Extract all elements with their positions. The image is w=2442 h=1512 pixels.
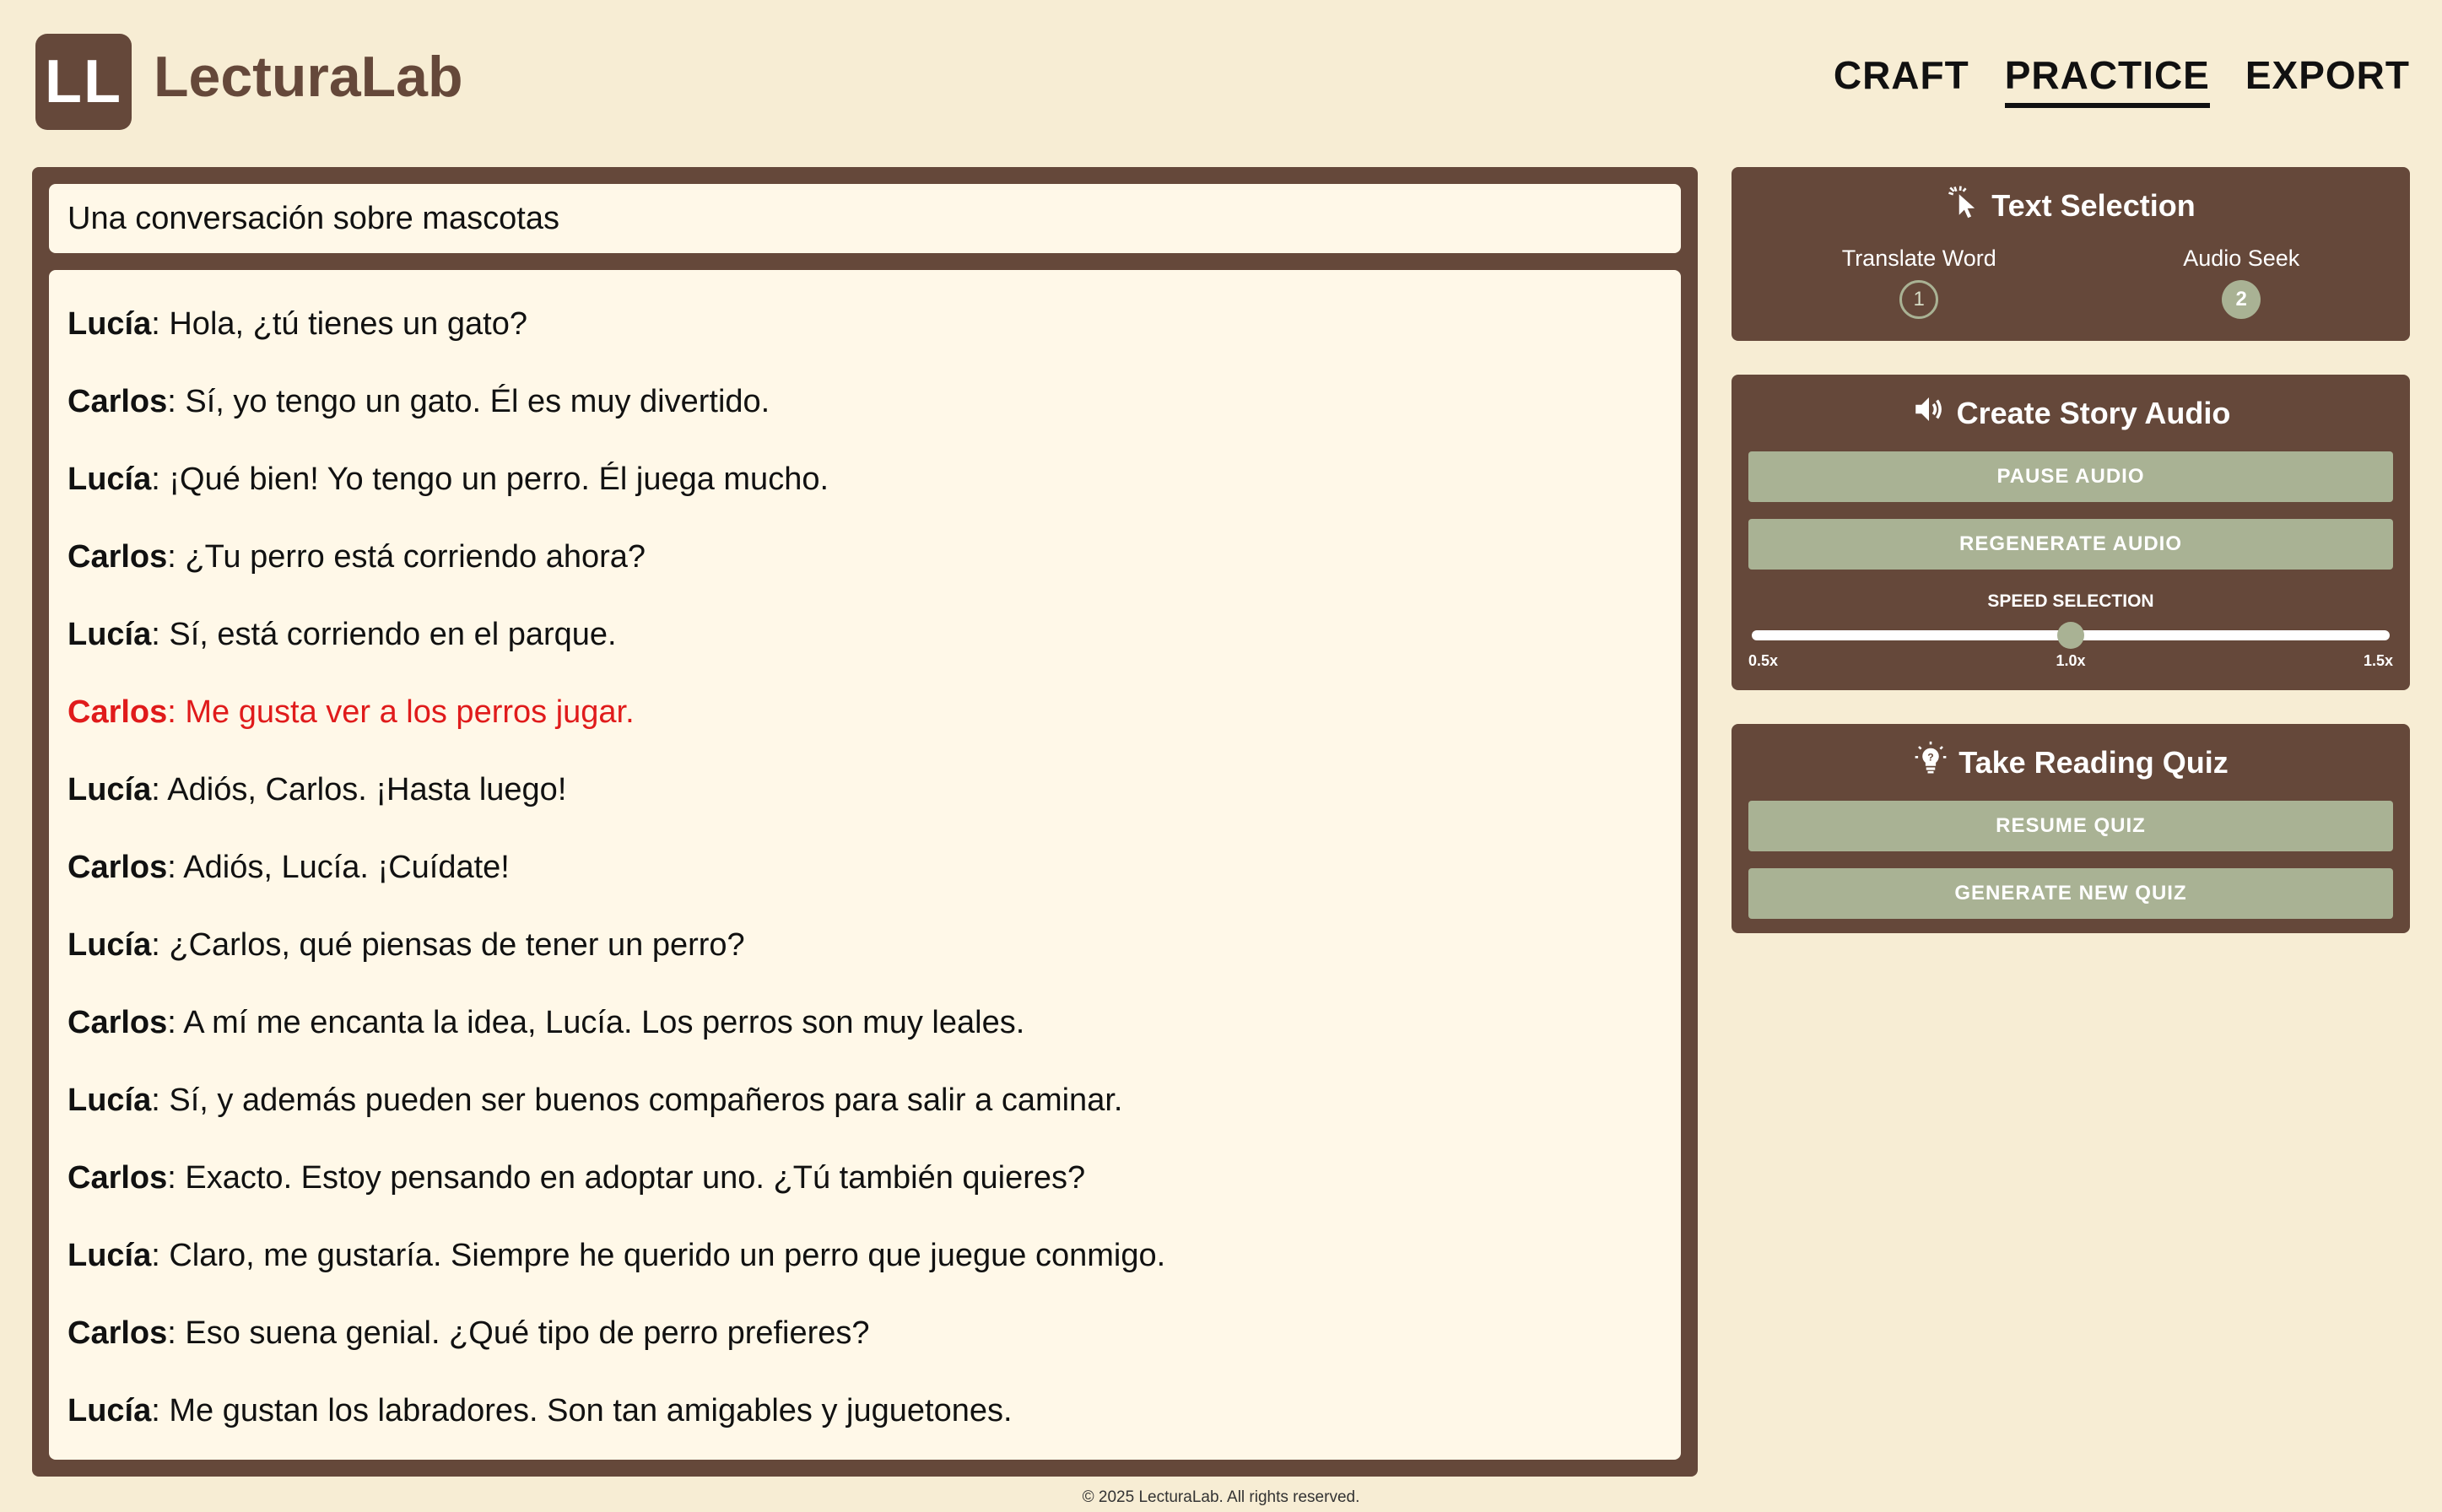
line-text[interactable]: : Me gusta ver a los perros jugar. — [167, 694, 634, 730]
resume-quiz-button[interactable]: RESUME QUIZ — [1748, 801, 2393, 851]
story-line[interactable]: Carlos: Me gusta ver a los perros jugar. — [68, 673, 1662, 751]
logo[interactable]: LL — [35, 34, 132, 130]
story-body[interactable]: Lucía: Hola, ¿tú tienes un gato? Carlos: … — [49, 270, 1681, 1460]
line-text[interactable]: : ¿Tu perro está corriendo ahora? — [167, 539, 646, 575]
speaker-name: Lucía — [68, 1238, 152, 1273]
line-text[interactable]: : Me gustan los labradores. Son tan amig… — [151, 1393, 1012, 1428]
pause-audio-button[interactable]: PAUSE AUDIO — [1748, 451, 2393, 502]
cursor-click-icon — [1946, 184, 1981, 227]
svg-text:?: ? — [1928, 752, 1934, 764]
option-label: Audio Seek — [2183, 246, 2300, 271]
line-text[interactable]: : ¡Qué bien! Yo tengo un perro. Él juega… — [151, 462, 829, 497]
speaker-name: Lucía — [68, 927, 152, 963]
line-text[interactable]: : Sí, y además pueden ser buenos compañe… — [151, 1083, 1122, 1118]
story-line[interactable]: Lucía: Claro, me gustaría. Siempre he qu… — [68, 1217, 1662, 1294]
speaker-name: Carlos — [68, 384, 168, 419]
story-line[interactable]: Lucía: Hola, ¿tú tienes un gato? — [68, 285, 1662, 363]
story-line[interactable]: Lucía: Me gustan los labradores. Son tan… — [68, 1372, 1662, 1450]
option-audio-seek[interactable]: Audio Seek 2 — [2183, 246, 2299, 319]
lightbulb-icon: ? — [1913, 741, 1948, 784]
story-line[interactable]: Carlos: ¿Tu perro está corriendo ahora? — [68, 518, 1662, 596]
reading-quiz-heading: ? Take Reading Quiz — [1748, 741, 2393, 784]
main-nav: CRAFT PRACTICE EXPORT — [1834, 52, 2410, 108]
speaker-name: Carlos — [68, 1005, 168, 1040]
line-text[interactable]: : Eso suena genial. ¿Qué tipo de perro p… — [167, 1315, 869, 1351]
story-line[interactable]: Carlos: Eso suena genial. ¿Qué tipo de p… — [68, 1294, 1662, 1372]
option-translate-word[interactable]: Translate Word 1 — [1842, 246, 1996, 319]
reading-quiz-title: Take Reading Quiz — [1958, 744, 2229, 780]
generate-new-quiz-button[interactable]: GENERATE NEW QUIZ — [1748, 868, 2393, 919]
line-text[interactable]: : Sí, está corriendo en el parque. — [151, 617, 616, 652]
line-text[interactable]: : Sí, yo tengo un gato. Él es muy divert… — [167, 384, 770, 419]
line-text[interactable]: : Exacto. Estoy pensando en adoptar uno.… — [167, 1160, 1085, 1196]
speaker-name: Lucía — [68, 1083, 152, 1118]
step-indicator[interactable]: 2 — [2222, 280, 2261, 319]
line-text[interactable]: : A mí me encanta la idea, Lucía. Los pe… — [167, 1005, 1024, 1040]
speaker-name: Carlos — [68, 850, 168, 885]
story-panel: Una conversación sobre mascotas Lucía: H… — [32, 167, 1698, 1477]
line-text[interactable]: : Hola, ¿tú tienes un gato? — [151, 306, 527, 342]
story-audio-card: Create Story Audio PAUSE AUDIO REGENERAT… — [1732, 375, 2410, 690]
story-audio-heading: Create Story Audio — [1748, 392, 2393, 435]
speaker-name: Lucía — [68, 772, 152, 807]
text-selection-heading: Text Selection — [1748, 184, 2393, 227]
story-line[interactable]: Lucía: ¡Qué bien! Yo tengo un perro. Él … — [68, 440, 1662, 518]
story-line[interactable]: Carlos: Adiós, Lucía. ¡Cuídate! — [68, 829, 1662, 906]
reading-quiz-card: ? Take Reading Quiz RESUME QUIZ GENERATE… — [1732, 724, 2410, 933]
line-text[interactable]: : ¿Carlos, qué piensas de tener un perro… — [151, 927, 744, 963]
option-label: Translate Word — [1841, 246, 1996, 271]
story-line[interactable]: Carlos: Sí, yo tengo un gato. Él es muy … — [68, 363, 1662, 440]
nav-craft[interactable]: CRAFT — [1834, 52, 1969, 108]
speed-min-label: 0.5x — [1748, 652, 1779, 669]
speed-ticks: 0.5x 1.0x 1.5x — [1748, 652, 2393, 670]
speaker-icon — [1911, 392, 1947, 435]
regenerate-audio-button[interactable]: REGENERATE AUDIO — [1748, 519, 2393, 570]
story-line[interactable]: Lucía: Sí, y además pueden ser buenos co… — [68, 1061, 1662, 1139]
story-title: Una conversación sobre mascotas — [49, 184, 1681, 253]
story-line[interactable]: Lucía: ¿Carlos, qué piensas de tener un … — [68, 906, 1662, 984]
speaker-name: Carlos — [68, 1315, 168, 1351]
line-text[interactable]: : Adiós, Carlos. ¡Hasta luego! — [151, 772, 566, 807]
line-text[interactable]: : Adiós, Lucía. ¡Cuídate! — [167, 850, 510, 885]
speed-mid-label: 1.0x — [2056, 652, 2086, 669]
story-audio-title: Create Story Audio — [1956, 395, 2231, 430]
speaker-name: Carlos — [68, 1160, 168, 1196]
story-line[interactable]: Carlos: A mí me encanta la idea, Lucía. … — [68, 984, 1662, 1061]
speaker-name: Lucía — [68, 1393, 152, 1428]
step-indicator[interactable]: 1 — [1899, 280, 1939, 319]
brand-name: LecturaLab — [154, 45, 463, 109]
speed-selection-label: SPEED SELECTION — [1987, 591, 2154, 611]
story-line[interactable]: Lucía: Sí, está corriendo en el parque. — [68, 596, 1662, 673]
footer-copyright: © 2025 LecturaLab. All rights reserved. — [1082, 1488, 1360, 1506]
story-line[interactable]: Carlos: Exacto. Estoy pensando en adopta… — [68, 1139, 1662, 1217]
slider-thumb[interactable] — [2057, 622, 2084, 649]
line-text[interactable]: : Claro, me gustaría. Siempre he querido… — [151, 1238, 1165, 1273]
speaker-name: Carlos — [68, 694, 168, 730]
nav-export[interactable]: EXPORT — [2245, 52, 2410, 108]
speaker-name: Lucía — [68, 617, 152, 652]
nav-practice[interactable]: PRACTICE — [2004, 52, 2210, 108]
speaker-name: Lucía — [68, 462, 152, 497]
speaker-name: Carlos — [68, 539, 168, 575]
text-selection-card: Text Selection Translate Word 1 Audio Se… — [1732, 167, 2410, 341]
speaker-name: Lucía — [68, 306, 152, 342]
story-line[interactable]: Lucía: Adiós, Carlos. ¡Hasta luego! — [68, 751, 1662, 829]
text-selection-title: Text Selection — [1991, 187, 2196, 223]
speed-slider[interactable] — [1748, 615, 2393, 652]
speed-max-label: 1.5x — [2363, 652, 2393, 669]
